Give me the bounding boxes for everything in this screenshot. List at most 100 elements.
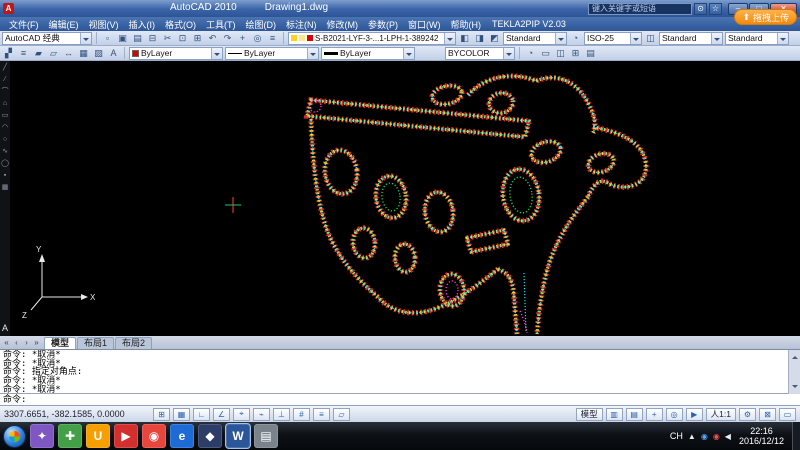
chevron-down-icon[interactable] bbox=[630, 33, 641, 44]
quick-view-drawings-icon[interactable]: ▤ bbox=[626, 408, 643, 421]
tab-layout1[interactable]: 布局1 bbox=[77, 337, 114, 349]
menu-format[interactable]: 格式(O) bbox=[160, 17, 201, 31]
text-style-combo[interactable]: Standard bbox=[503, 32, 567, 45]
zoom-icon[interactable]: ◎ bbox=[251, 32, 264, 45]
menu-draw[interactable]: 绘图(D) bbox=[241, 17, 282, 31]
upload-overlay-button[interactable]: ⬆ 拖拽上传 bbox=[734, 9, 797, 25]
toolbar-lock-icon[interactable]: ⊠ bbox=[759, 408, 776, 421]
spline-icon[interactable]: ∿ bbox=[2, 148, 8, 155]
layer-properties-icon[interactable]: ◨ bbox=[473, 32, 486, 45]
tool-e-icon[interactable]: ▤ bbox=[584, 47, 597, 60]
grid-toggle[interactable]: ▦ bbox=[173, 408, 190, 421]
taskbar-app-blue[interactable]: e bbox=[170, 424, 194, 448]
taskbar-app-green[interactable]: ✚ bbox=[58, 424, 82, 448]
construction-line-icon[interactable]: ∕ bbox=[4, 76, 5, 83]
annotation-scale-button[interactable]: 人1:1 bbox=[706, 408, 736, 421]
undo-icon[interactable]: ↶ bbox=[206, 32, 219, 45]
menu-edit[interactable]: 编辑(E) bbox=[44, 17, 84, 31]
show-motion-icon[interactable]: ▶ bbox=[686, 408, 703, 421]
tab-model[interactable]: 模型 bbox=[44, 337, 76, 349]
menu-help[interactable]: 帮助(H) bbox=[446, 17, 487, 31]
table-icon[interactable]: ▦ bbox=[77, 47, 90, 60]
otrack-toggle[interactable]: ⌁ bbox=[253, 408, 270, 421]
ellipse-icon[interactable]: ◯ bbox=[1, 160, 9, 167]
menu-insert[interactable]: 插入(I) bbox=[124, 17, 161, 31]
text-icon[interactable]: A bbox=[107, 47, 120, 60]
lwt-toggle[interactable]: ≡ bbox=[313, 408, 330, 421]
chevron-down-icon[interactable] bbox=[444, 33, 455, 44]
copy-icon[interactable]: ⊡ bbox=[176, 32, 189, 45]
polar-toggle[interactable]: ∠ bbox=[213, 408, 230, 421]
taskbar-app-uu[interactable]: U bbox=[86, 424, 110, 448]
chevron-down-icon[interactable] bbox=[403, 48, 414, 59]
layer-previous-icon[interactable]: ◩ bbox=[488, 32, 501, 45]
menu-plugin-tekla[interactable]: TEKLA2PIP V2.03 bbox=[492, 19, 566, 29]
layer-combo[interactable]: S-B2021-LYF-3-...1-LPH-1-389242 bbox=[288, 32, 456, 45]
tool-a-icon[interactable]: ◔ bbox=[524, 47, 537, 60]
search-icon[interactable]: ⊙ bbox=[694, 3, 707, 15]
mleader-style-combo[interactable]: Standard bbox=[725, 32, 789, 45]
line-icon[interactable]: ╱ bbox=[3, 64, 7, 71]
hidden-icons-icon[interactable]: ▲ bbox=[688, 432, 696, 441]
first-tab-icon[interactable]: « bbox=[2, 338, 11, 347]
taskbar-clock[interactable]: 22:16 2016/12/12 bbox=[736, 426, 787, 446]
plot-style-combo[interactable]: BYCOLOR bbox=[445, 47, 515, 60]
taskbar-app-navy[interactable]: ◆ bbox=[198, 424, 222, 448]
circle-icon[interactable]: ○ bbox=[3, 136, 7, 143]
redo-icon[interactable]: ↷ bbox=[221, 32, 234, 45]
chevron-down-icon[interactable] bbox=[777, 33, 788, 44]
favorites-star-icon[interactable]: ☆ bbox=[709, 3, 722, 15]
tool-b-icon[interactable]: ▭ bbox=[539, 47, 552, 60]
menu-view[interactable]: 视图(V) bbox=[84, 17, 124, 31]
dyn-toggle[interactable]: # bbox=[293, 408, 310, 421]
menu-file[interactable]: 文件(F) bbox=[4, 17, 44, 31]
hatch-icon[interactable]: ▨ bbox=[92, 47, 105, 60]
ducs-toggle[interactable]: ⊥ bbox=[273, 408, 290, 421]
match-properties-icon[interactable]: ▰ bbox=[32, 47, 45, 60]
osnap-toggle[interactable]: ⌖ bbox=[233, 408, 250, 421]
taskbar-app-word[interactable]: W bbox=[226, 424, 250, 448]
plot-icon[interactable]: ⊟ bbox=[146, 32, 159, 45]
measure-icon[interactable]: ↔ bbox=[62, 47, 75, 60]
point-icon[interactable]: ▪ bbox=[4, 172, 6, 179]
volume-icon[interactable]: ◀ bbox=[725, 432, 731, 441]
menu-parametric[interactable]: 参数(P) bbox=[363, 17, 403, 31]
arc-icon[interactable]: ◠ bbox=[2, 124, 8, 131]
cut-icon[interactable]: ✂ bbox=[161, 32, 174, 45]
table-style-combo[interactable]: Standard bbox=[659, 32, 723, 45]
qp-toggle[interactable]: ▱ bbox=[333, 408, 350, 421]
menu-modify[interactable]: 修改(M) bbox=[322, 17, 364, 31]
polygon-icon[interactable]: ⌂ bbox=[3, 100, 7, 107]
block-icon[interactable]: ▱ bbox=[47, 47, 60, 60]
snap-toggle[interactable]: ⊞ bbox=[153, 408, 170, 421]
tool-d-icon[interactable]: ⊞ bbox=[569, 47, 582, 60]
quick-view-layouts-icon[interactable]: ▥ bbox=[606, 408, 623, 421]
next-tab-icon[interactable]: › bbox=[22, 338, 31, 347]
workspace-gear-icon[interactable]: ⚙ bbox=[739, 408, 756, 421]
clean-screen-icon[interactable]: ▭ bbox=[779, 408, 796, 421]
tab-layout2[interactable]: 布局2 bbox=[115, 337, 152, 349]
drawing-canvas[interactable]: ╱ ∕ ⌒ ⌂ ▭ ◠ ○ ∿ ◯ ▪ ▦ A bbox=[0, 61, 800, 336]
taskbar-app-browser[interactable]: ◉ bbox=[142, 424, 166, 448]
lineweight-combo[interactable]: ByLayer bbox=[321, 47, 415, 60]
tray-blue-icon[interactable]: ◉ bbox=[701, 432, 708, 441]
polyline-icon[interactable]: ⌒ bbox=[2, 88, 9, 95]
search-input[interactable] bbox=[588, 3, 692, 15]
menu-tools[interactable]: 工具(T) bbox=[201, 17, 241, 31]
cad-drawing[interactable]: Y X Z bbox=[0, 61, 800, 336]
prev-tab-icon[interactable]: ‹ bbox=[12, 338, 21, 347]
last-tab-icon[interactable]: » bbox=[32, 338, 41, 347]
language-indicator[interactable]: CH bbox=[670, 431, 683, 441]
chevron-down-icon[interactable] bbox=[503, 48, 514, 59]
taskbar-app-gray[interactable]: ▤ bbox=[254, 424, 278, 448]
command-scrollbar[interactable] bbox=[788, 350, 800, 394]
ortho-toggle[interactable]: ∟ bbox=[193, 408, 210, 421]
tray-red-icon[interactable]: ◉ bbox=[713, 432, 720, 441]
linetype-combo[interactable]: ByLayer bbox=[225, 47, 319, 60]
chevron-down-icon[interactable] bbox=[211, 48, 222, 59]
tool-c-icon[interactable]: ◫ bbox=[554, 47, 567, 60]
chevron-down-icon[interactable] bbox=[307, 48, 318, 59]
chevron-down-icon[interactable] bbox=[711, 33, 722, 44]
dim-style-combo[interactable]: ISO-25 bbox=[584, 32, 642, 45]
draw-order-icon[interactable]: ▞ bbox=[2, 47, 15, 60]
